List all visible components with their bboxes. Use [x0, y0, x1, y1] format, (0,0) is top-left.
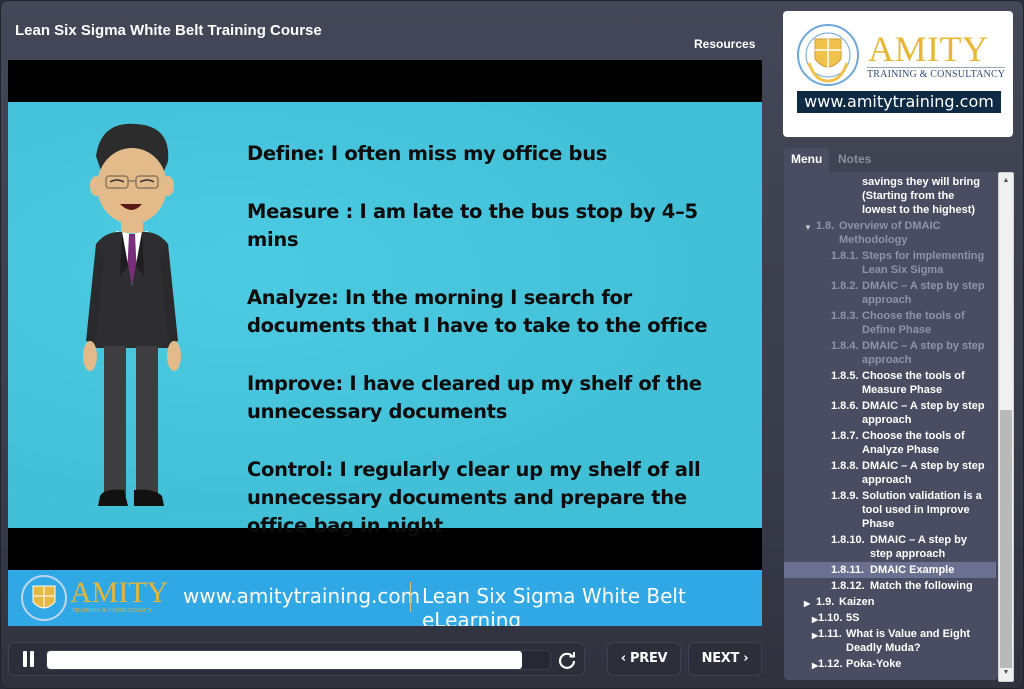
- progress-fill: [47, 651, 523, 669]
- banner-brand: AMITY: [70, 576, 169, 609]
- prev-button[interactable]: ‹ PREV: [607, 642, 681, 676]
- menu-item[interactable]: 1.8.5. Choose the tools of Measure Phase: [784, 368, 996, 398]
- slide-line-define: Define: I often miss my office bus: [247, 142, 608, 165]
- menu-item[interactable]: 1.8.4. DMAIC – A step by step approach: [784, 338, 996, 368]
- playback-control-bar: [8, 642, 585, 676]
- logo-tagline: TRAINING & CONSULTANCY: [867, 67, 1006, 80]
- banner-divider: [410, 582, 411, 612]
- banner-url: www.amitytraining.com: [183, 584, 421, 608]
- menu-item[interactable]: 1.8.1. Steps for implementing Lean Six Si…: [784, 248, 996, 278]
- menu-item-label: DMAIC – A step by step approach: [862, 340, 985, 366]
- menu-item-number: 1.8.10.: [831, 534, 865, 546]
- menu-item[interactable]: ▼ 1.8. Overview of DMAIC Methodology: [784, 218, 996, 248]
- menu-item[interactable]: 1.8.2. DMAIC – A step by step approach: [784, 278, 996, 308]
- menu-item-label: DMAIC – A step by step approach: [870, 534, 967, 560]
- menu-panel: savings they will bring (Starting from t…: [784, 172, 998, 680]
- menu-list: savings they will bring (Starting from t…: [784, 172, 996, 672]
- slide: Define: I often miss my office bus Measu…: [8, 102, 762, 537]
- menu-item-number: 1.10.: [818, 612, 843, 624]
- menu-item-label: DMAIC – A step by step approach: [862, 460, 985, 486]
- caret-down-icon[interactable]: ▼: [804, 221, 812, 235]
- amity-emblem-icon: [797, 24, 859, 86]
- menu-item-number: 1.8.5.: [831, 370, 859, 382]
- replay-icon[interactable]: [557, 650, 577, 670]
- menu-item-label: Choose the tools of Analyze Phase: [862, 430, 965, 456]
- menu-item-number: 1.8.8.: [831, 460, 859, 472]
- logo-url: www.amitytraining.com: [797, 91, 1001, 113]
- presenter-character-illustration: [83, 123, 181, 506]
- pause-button[interactable]: [22, 651, 36, 667]
- menu-item[interactable]: 1.8.9. Solution validation is a tool used…: [784, 488, 996, 532]
- sidebar-logo-card: AMITY TRAINING & CONSULTANCY www.amitytr…: [783, 11, 1013, 137]
- menu-item-number: 1.8.4.: [831, 340, 859, 352]
- menu-item-number: 1.8.11.: [831, 564, 865, 576]
- menu-item-label: DMAIC Example: [870, 564, 955, 576]
- banner-brand-sub: TRAINING & CONSULTANCY: [72, 608, 153, 614]
- banner-course-name: Lean Six Sigma White Belt eLearning: [422, 584, 686, 626]
- menu-item-label: Overview of DMAIC Methodology: [839, 220, 941, 246]
- scroll-up-arrow-icon[interactable]: ▲: [999, 175, 1013, 187]
- chevron-right-icon: ›: [739, 651, 749, 666]
- slide-banner: AMITY TRAINING & CONSULTANCY www.amitytr…: [8, 570, 762, 626]
- next-button[interactable]: NEXT ›: [688, 642, 762, 676]
- slide-line-analyze: Analyze: In the morning I search for doc…: [247, 286, 708, 337]
- menu-item-number: 1.8.12.: [831, 580, 865, 592]
- menu-item-number: 1.8.1.: [831, 250, 859, 262]
- menu-item[interactable]: 1.8.12. Match the following: [784, 578, 996, 594]
- caret-right-icon[interactable]: ▶: [804, 597, 810, 611]
- menu-item-number: 1.9.: [816, 596, 835, 608]
- amity-emblem-icon: [21, 575, 67, 621]
- menu-item-label: Choose the tools of Define Phase: [862, 310, 965, 336]
- menu-item-label: Solution validation is a tool used in Im…: [862, 490, 982, 530]
- menu-item[interactable]: 1.8.3. Choose the tools of Define Phase: [784, 308, 996, 338]
- video-stage: Define: I often miss my office bus Measu…: [8, 60, 762, 626]
- scrollbar-thumb[interactable]: [1000, 410, 1012, 668]
- menu-item-label: Steps for implementing Lean Six Sigma: [862, 250, 985, 276]
- menu-item[interactable]: 1.8.10. DMAIC – A step by step approach: [784, 532, 996, 562]
- menu-item-number: 1.8.: [816, 220, 835, 232]
- resources-link[interactable]: Resources: [694, 37, 755, 51]
- prev-label: PREV: [630, 651, 668, 666]
- menu-item[interactable]: 1.8.8. DMAIC – A step by step approach: [784, 458, 996, 488]
- pause-icon: [23, 651, 27, 667]
- menu-item[interactable]: ▶ 1.12. Poka-Yoke: [784, 656, 996, 672]
- menu-item-number: 1.8.7.: [831, 430, 859, 442]
- menu-item-label: 5S: [846, 612, 860, 624]
- scroll-down-arrow-icon[interactable]: ▼: [999, 667, 1013, 679]
- menu-item-number: 1.12.: [818, 658, 843, 670]
- menu-item[interactable]: ▶ 1.10. 5S: [784, 610, 996, 626]
- chevron-left-icon: ‹: [620, 651, 630, 666]
- menu-item-number: 1.8.6.: [831, 400, 859, 412]
- menu-item-label: savings they will bring (Starting from t…: [862, 176, 980, 216]
- tab-notes[interactable]: Notes: [831, 148, 878, 172]
- progress-bar[interactable]: [46, 650, 551, 670]
- menu-item-label: Match the following: [870, 580, 973, 592]
- slide-text: Define: I often miss my office bus Measu…: [247, 140, 752, 570]
- tab-menu[interactable]: Menu: [784, 148, 830, 172]
- slide-line-improve: Improve: I have cleared up my shelf of t…: [247, 372, 702, 423]
- menu-item[interactable]: 1.8.6. DMAIC – A step by step approach: [784, 398, 996, 428]
- menu-item[interactable]: savings they will bring (Starting from t…: [784, 174, 996, 218]
- next-label: NEXT: [701, 651, 740, 666]
- menu-item-number: 1.8.2.: [831, 280, 859, 292]
- logo-brand: AMITY: [868, 29, 989, 69]
- menu-item[interactable]: ▶ 1.9. Kaizen: [784, 594, 996, 610]
- menu-item[interactable]: 1.8.7. Choose the tools of Analyze Phase: [784, 428, 996, 458]
- menu-item[interactable]: ▶ 1.11. What is Value and Eight Deadly Mud…: [784, 626, 996, 656]
- menu-item-label: Choose the tools of Measure Phase: [862, 370, 965, 396]
- menu-item-label: Poka-Yoke: [846, 658, 902, 670]
- menu-item-number: 1.8.3.: [831, 310, 859, 322]
- menu-item-label: What is Value and Eight Deadly Muda?: [846, 628, 971, 654]
- pause-icon-bar: [30, 651, 34, 667]
- menu-item-number: 1.8.9.: [831, 490, 859, 502]
- slide-line-measure: Measure : I am late to the bus stop by 4…: [247, 200, 698, 251]
- menu-scrollbar[interactable]: ▲ ▼: [998, 172, 1014, 682]
- menu-item[interactable]: 1.8.11. DMAIC Example: [784, 562, 996, 578]
- menu-item-label: DMAIC – A step by step approach: [862, 400, 985, 426]
- menu-item-label: DMAIC – A step by step approach: [862, 280, 985, 306]
- slide-line-control: Control: I regularly clear up my shelf o…: [247, 458, 701, 537]
- menu-item-label: Kaizen: [839, 596, 875, 608]
- course-title: Lean Six Sigma White Belt Training Cours…: [15, 22, 322, 39]
- menu-item-number: 1.11.: [818, 628, 842, 640]
